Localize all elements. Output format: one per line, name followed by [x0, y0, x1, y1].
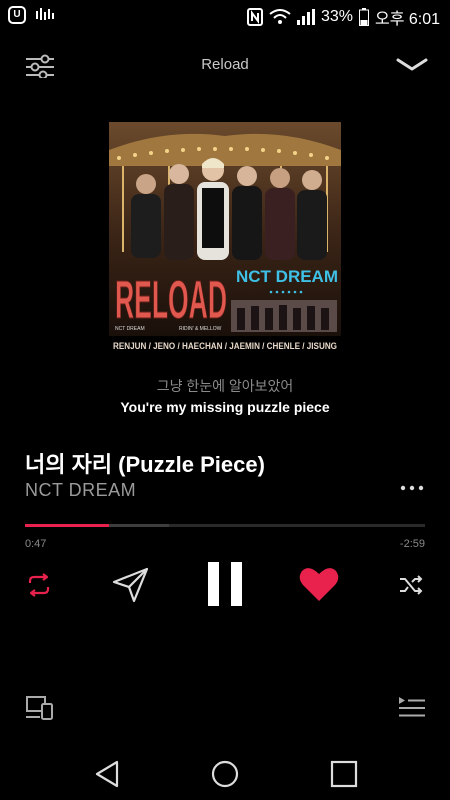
- album-cover-illustration: RELOAD NCT DREAM NCT DREAM RIDIN' & MELL…: [109, 122, 341, 354]
- chevron-down-icon[interactable]: [396, 56, 428, 74]
- album-art: RELOAD NCT DREAM NCT DREAM RIDIN' & MELL…: [109, 122, 341, 354]
- album-cover-artist: NCT DREAM: [236, 267, 338, 286]
- app-notification-icon: U: [8, 6, 26, 24]
- devices-icon[interactable]: [26, 696, 54, 720]
- player-header: Reload: [0, 44, 450, 84]
- queue-icon[interactable]: [398, 696, 425, 718]
- album-cover-small-left: NCT DREAM: [115, 326, 145, 332]
- progress-played: [25, 524, 109, 527]
- track-artist[interactable]: NCT DREAM: [25, 480, 136, 501]
- home-icon[interactable]: [211, 760, 239, 788]
- lyric-current-line[interactable]: You're my missing puzzle piece: [0, 399, 450, 415]
- album-cover-members: RENJUN / JENO / HAECHAN / JAEMIN / CHENL…: [113, 341, 337, 351]
- album-cover-title: RELOAD: [115, 270, 227, 330]
- time-remaining: -2:59: [399, 538, 425, 550]
- lyric-previous-line[interactable]: 그냥 한눈에 알아보았어: [0, 376, 450, 396]
- battery-percent: 33%: [320, 8, 353, 25]
- app-notification-letter: U: [13, 9, 21, 20]
- repeat-icon[interactable]: [26, 572, 52, 598]
- back-icon[interactable]: [94, 760, 120, 788]
- signal-icon: [296, 9, 315, 25]
- status-bar: U 33% 오후 6:01: [0, 0, 450, 32]
- album-cover-small-right: RIDIN' & MELLOW: [179, 326, 222, 332]
- recent-apps-icon[interactable]: [330, 760, 358, 788]
- track-title: 너의 자리 (Puzzle Piece): [25, 452, 265, 477]
- clock: 오후 6:01: [374, 11, 440, 28]
- battery-icon: [358, 8, 369, 26]
- wifi-icon: [269, 9, 291, 24]
- more-options-icon[interactable]: [398, 478, 426, 498]
- waveform-notification-icon: [36, 8, 54, 20]
- send-icon[interactable]: [112, 566, 150, 604]
- nfc-icon: [246, 8, 263, 26]
- heart-icon[interactable]: [299, 566, 339, 602]
- progress-bar[interactable]: [25, 524, 425, 527]
- album-header-title: Reload: [201, 56, 249, 73]
- shuffle-icon[interactable]: [399, 574, 423, 596]
- time-elapsed: 0:47: [25, 538, 47, 550]
- pause-icon[interactable]: [208, 562, 242, 606]
- system-navigation-bar: [0, 744, 450, 800]
